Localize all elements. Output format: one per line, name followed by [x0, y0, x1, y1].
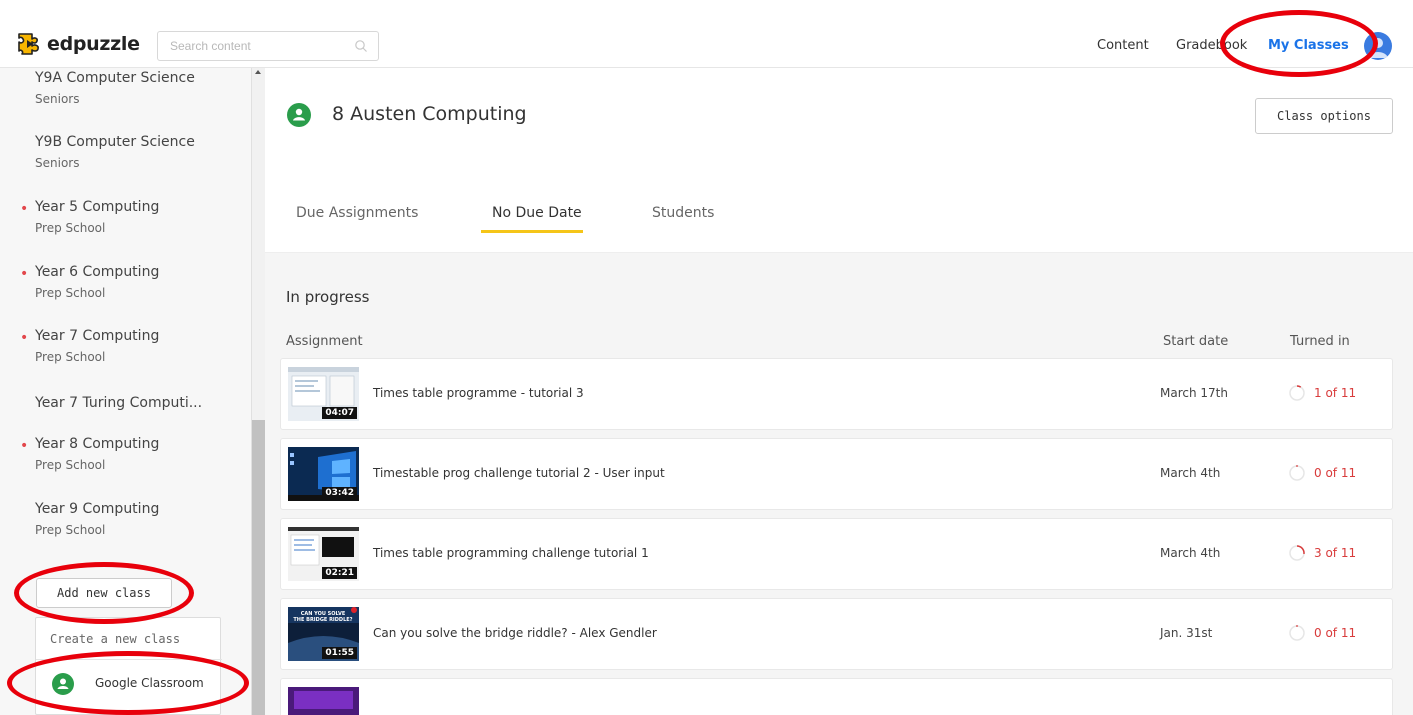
scroll-up-arrow-icon[interactable] [255, 70, 261, 74]
column-header-start-date: Start date [1163, 334, 1229, 349]
svg-text:THE BRIDGE RIDDLE?: THE BRIDGE RIDDLE? [293, 617, 352, 623]
turned-in-status[interactable]: 0 of 11 [1288, 464, 1356, 482]
class-name: Year 8 Computing [35, 436, 160, 452]
assignment-title[interactable]: Times table programming challenge tutori… [373, 546, 649, 560]
column-header-turned-in: Turned in [1290, 334, 1350, 349]
active-tab-indicator [481, 230, 583, 233]
unread-dot-icon: • [20, 201, 29, 217]
class-subtitle: Prep School [35, 221, 106, 235]
turned-in-count: 3 of 11 [1314, 546, 1357, 560]
turned-in-status[interactable]: 0 of 11 [1288, 624, 1356, 642]
logo-text: edpuzzle [47, 33, 140, 55]
progress-ring-icon [1289, 385, 1305, 401]
annotation-ellipse-google-classroom [7, 651, 249, 715]
turned-in-status[interactable]: 3 of 11 [1288, 544, 1356, 562]
assignment-start-date: March 4th [1160, 546, 1221, 560]
turned-in-count: 1 of 11 [1314, 386, 1357, 400]
assignment-title[interactable]: Timestable prog challenge tutorial 2 - U… [373, 466, 665, 480]
class-title: 8 Austen Computing [332, 103, 527, 125]
video-thumbnail[interactable]: 03:42 [288, 447, 359, 501]
create-new-class-option[interactable]: Create a new class [50, 632, 180, 646]
assignment-row[interactable]: 03:42 Timestable prog challenge tutorial… [280, 438, 1393, 510]
class-name: Year 5 Computing [35, 199, 160, 215]
tab-due-assignments[interactable]: Due Assignments [296, 205, 418, 221]
annotation-ellipse-my-classes [1220, 10, 1378, 77]
section-title: In progress [286, 288, 370, 306]
annotation-ellipse-add-class [14, 562, 194, 624]
progress-ring-icon [1289, 625, 1305, 641]
page: edpuzzle Content Gradebook My Classes Y9… [0, 0, 1413, 715]
class-header: 8 Austen Computing Class options Due Ass… [265, 68, 1413, 253]
class-subtitle: Seniors [35, 92, 80, 106]
class-subtitle: Prep School [35, 286, 106, 300]
video-thumbnail[interactable]: 04:07 [288, 367, 359, 421]
sidebar-class-item[interactable]: Y9A Computer Science Seniors [35, 70, 195, 106]
class-subtitle: Prep School [35, 458, 106, 472]
class-subtitle: Prep School [35, 350, 106, 364]
class-options-button[interactable]: Class options [1255, 98, 1393, 134]
main-content: 8 Austen Computing Class options Due Ass… [265, 68, 1413, 715]
video-thumbnail[interactable]: 02:21 [288, 527, 359, 581]
class-name: Year 7 Turing Computi... [35, 395, 203, 411]
assignment-row[interactable]: CAN YOU SOLVE THE BRIDGE RIDDLE? 01:55 C… [280, 598, 1393, 670]
sidebar-class-item[interactable]: Year 9 Computing Prep School [35, 501, 159, 537]
assignment-start-date: March 17th [1160, 386, 1228, 400]
sidebar-class-item[interactable]: Year 7 Turing Computi... [35, 395, 202, 411]
video-duration: 01:55 [322, 647, 357, 659]
sidebar-class-item[interactable]: • Year 5 Computing Prep School [20, 199, 160, 235]
video-duration: 03:42 [322, 487, 357, 499]
class-name: Year 9 Computing [35, 501, 160, 517]
turned-in-count: 0 of 11 [1314, 466, 1357, 480]
tab-students[interactable]: Students [652, 205, 714, 221]
unread-dot-icon: • [20, 266, 29, 282]
sidebar-scroll-thumb[interactable] [252, 420, 265, 715]
google-classroom-badge-icon [287, 103, 311, 127]
sidebar-class-item[interactable]: Y9B Computer Science Seniors [35, 134, 195, 170]
unread-dot-icon: • [20, 438, 29, 454]
class-name: Y9A Computer Science [35, 70, 195, 86]
video-duration: 04:07 [322, 407, 357, 419]
assignment-start-date: March 4th [1160, 466, 1221, 480]
class-name: Year 7 Computing [35, 328, 160, 344]
progress-ring-icon [1289, 465, 1305, 481]
video-duration: 02:21 [322, 567, 357, 579]
nav-content[interactable]: Content [1097, 38, 1149, 53]
video-thumbnail-image [288, 687, 359, 715]
top-bar: edpuzzle Content Gradebook My Classes [0, 21, 1413, 68]
class-name: Y9B Computer Science [35, 134, 195, 150]
assignment-title[interactable]: Can you solve the bridge riddle? - Alex … [373, 626, 657, 640]
class-subtitle: Seniors [35, 156, 80, 170]
search-input[interactable] [158, 32, 348, 60]
progress-ring-icon [1289, 545, 1305, 561]
assignment-title[interactable]: Times table programme - tutorial 3 [373, 386, 584, 400]
sidebar-class-item[interactable]: • Year 8 Computing Prep School [20, 436, 160, 472]
turned-in-status[interactable]: 1 of 11 [1288, 384, 1356, 402]
search-box[interactable] [157, 31, 379, 61]
column-header-assignment: Assignment [286, 334, 363, 349]
video-thumbnail[interactable] [288, 687, 359, 715]
sidebar-class-item[interactable]: • Year 7 Computing Prep School [20, 328, 160, 364]
turned-in-count: 0 of 11 [1314, 626, 1357, 640]
sidebar-class-item[interactable]: • Year 6 Computing Prep School [20, 264, 160, 300]
puzzle-logo-icon [18, 33, 39, 55]
edpuzzle-logo[interactable]: edpuzzle [18, 32, 140, 56]
class-name: Year 6 Computing [35, 264, 160, 280]
assignment-start-date: Jan. 31st [1160, 626, 1213, 640]
tab-no-due-date[interactable]: No Due Date [492, 205, 582, 221]
assignment-row[interactable]: 04:07 Times table programme - tutorial 3… [280, 358, 1393, 430]
class-subtitle: Prep School [35, 523, 106, 537]
assignment-row[interactable]: 02:21 Times table programming challenge … [280, 518, 1393, 590]
video-thumbnail[interactable]: CAN YOU SOLVE THE BRIDGE RIDDLE? 01:55 [288, 607, 359, 661]
assignment-row[interactable] [280, 678, 1393, 715]
search-icon[interactable] [354, 39, 368, 53]
unread-dot-icon: • [20, 330, 29, 346]
